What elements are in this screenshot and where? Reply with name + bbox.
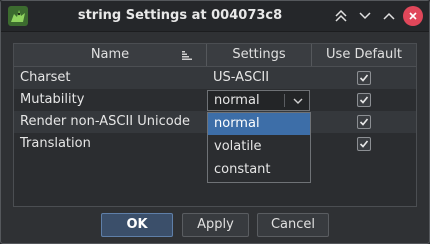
chevron-down-icon [359,12,371,20]
use-default-checkbox[interactable] [357,115,371,129]
use-default-checkbox[interactable] [357,93,371,107]
use-default-checkbox[interactable] [357,137,371,151]
column-header-settings[interactable]: Settings [207,44,312,66]
sort-icon [182,51,192,60]
settings-dialog: string Settings at 004073c8 Name Setting… [0,0,430,244]
apply-button[interactable]: Apply [182,213,249,237]
minimize-button[interactable] [355,6,375,26]
title-bar[interactable]: string Settings at 004073c8 [1,1,429,32]
ok-button[interactable]: OK [101,213,173,237]
row-name: Translation [20,136,91,151]
keep-above-button[interactable] [331,6,351,26]
close-button[interactable] [403,6,423,26]
chevron-down-icon[interactable] [293,97,303,105]
dropdown-option-volatile[interactable]: volatile [208,136,310,158]
column-header-use-default[interactable]: Use Default [312,44,416,66]
combobox-divider [284,94,285,107]
dragon-app-icon [8,6,28,26]
chevrons-up-icon [335,9,347,22]
checkmark-icon [359,118,369,126]
combobox-value: normal [214,93,260,108]
row-setting[interactable]: US-ASCII [213,70,269,85]
dropdown-option-normal[interactable]: normal [208,113,310,135]
checkmark-icon [359,96,369,104]
mutability-dropdown-list[interactable]: normal volatile constant [207,112,311,183]
row-name: Mutability [20,92,85,107]
checkmark-icon [359,140,369,148]
use-default-checkbox[interactable] [357,71,371,85]
table-header: Name Settings Use Default [14,44,416,67]
chevron-up-icon [383,12,395,20]
maximize-button[interactable] [379,6,399,26]
checkmark-icon [359,74,369,82]
cancel-button[interactable]: Cancel [257,213,329,237]
table-row[interactable]: Charset US-ASCII [14,67,416,89]
close-icon [409,12,417,20]
column-header-name[interactable]: Name [14,44,207,66]
mutability-combobox[interactable]: normal [207,90,310,111]
window-title: string Settings at 004073c8 [77,8,283,23]
row-name: Render non-ASCII Unicode [20,114,190,129]
dropdown-option-constant[interactable]: constant [208,159,310,181]
row-name: Charset [20,70,71,85]
